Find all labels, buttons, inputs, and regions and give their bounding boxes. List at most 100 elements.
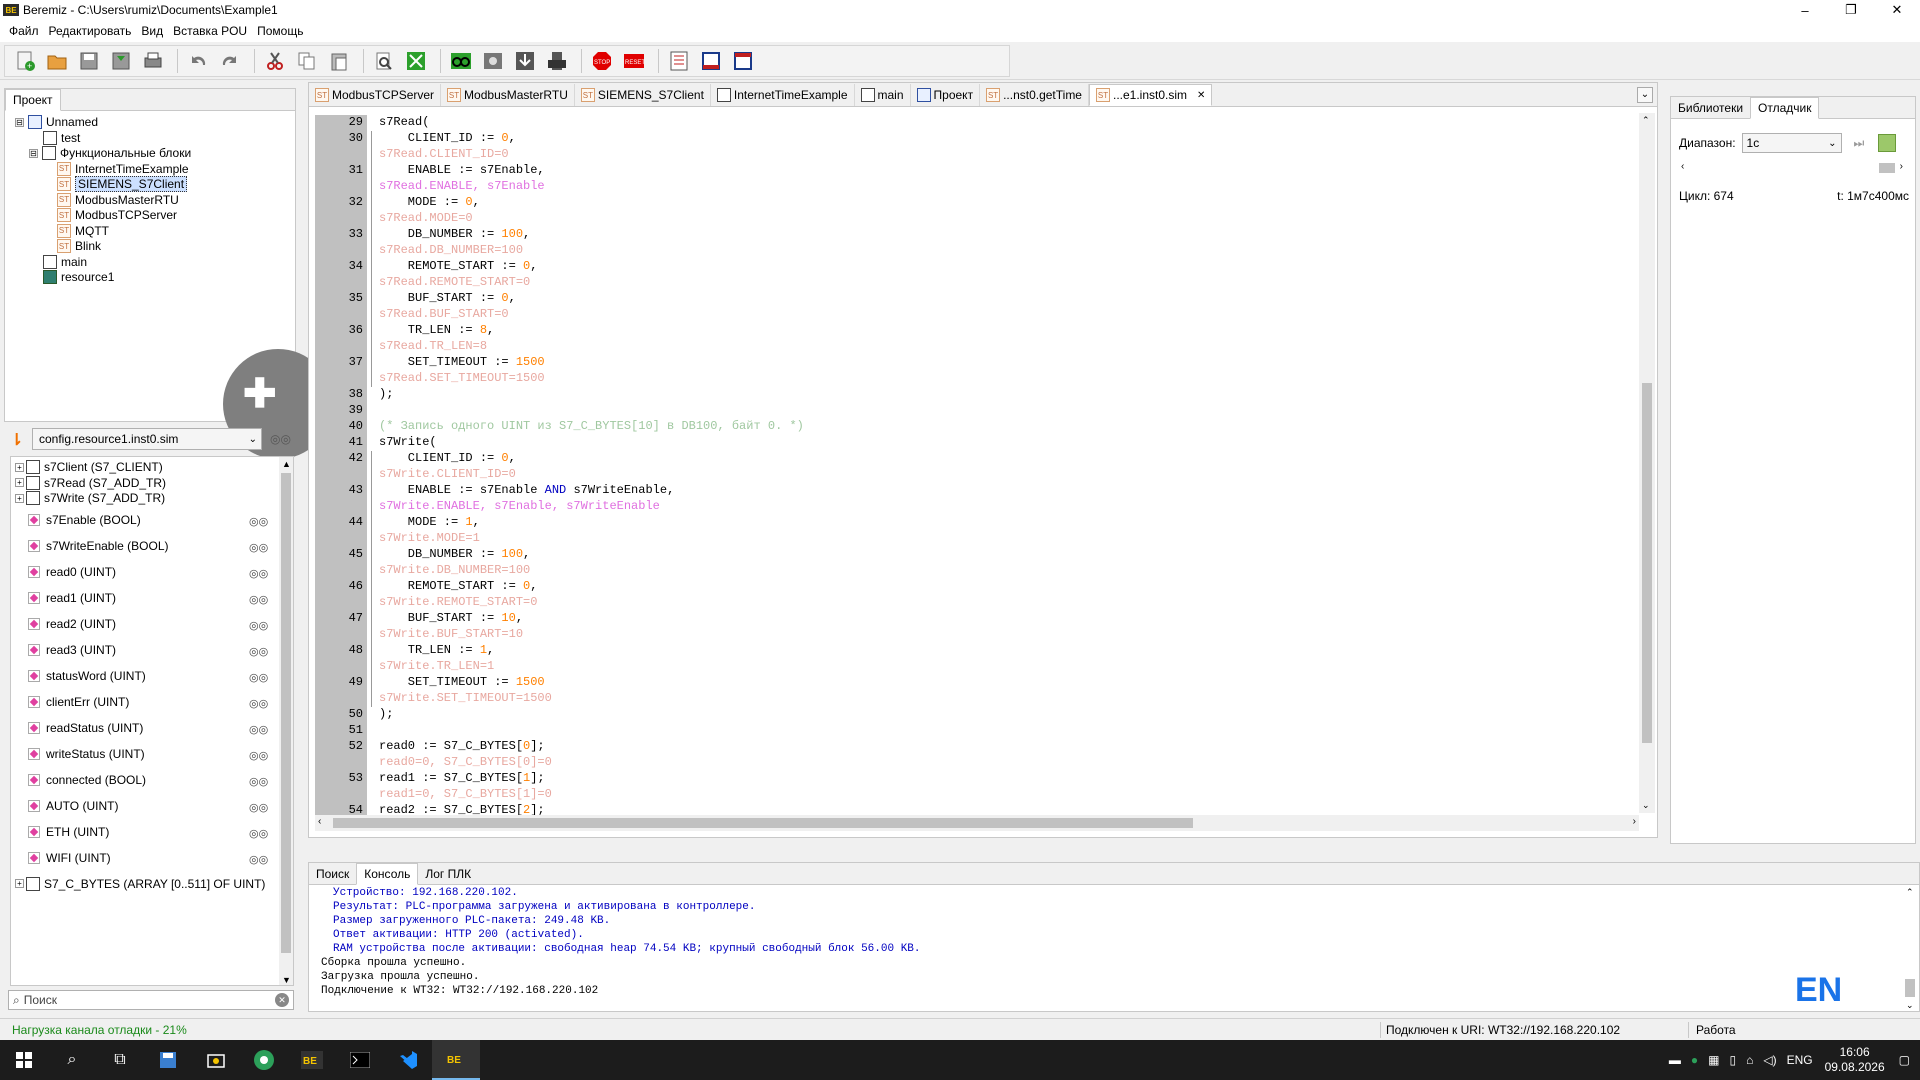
taskbar-app-save[interactable] [144,1040,192,1080]
variable-search-field[interactable]: ⌕ Поиск ✕ [8,990,294,1010]
menu-help[interactable]: Помощь [252,24,308,38]
build-button[interactable] [479,47,507,75]
tray-network-icon[interactable]: ⌂ [1746,1053,1753,1067]
debug-glasses-icon[interactable]: ◎◎ [249,853,271,866]
paste-button[interactable] [325,47,353,75]
scroll-thumb[interactable] [333,818,1193,828]
scroll-down-icon[interactable]: ⌄ [1642,800,1650,811]
scroll-left-icon[interactable]: ‹ [318,816,321,827]
debug-glasses-icon[interactable]: ◎◎ [249,671,271,684]
scroll-up-icon[interactable]: ▲ [282,459,291,469]
tray-device-icon[interactable]: ▬ [1669,1053,1681,1067]
taskbar-app-vscode[interactable] [384,1040,432,1080]
taskbar-app-beremiz-active[interactable]: BE [432,1040,480,1080]
editor-horizontal-scrollbar[interactable]: ‹ › [315,815,1639,831]
variable-item[interactable]: WIFI (UINT) ◎◎ [11,848,279,868]
tab-plc-log[interactable]: Лог ПЛК [418,864,479,884]
variable-item[interactable]: s7WriteEnable (BOOL) ◎◎ [11,536,279,556]
notifications-icon[interactable]: ▢ [1899,1053,1910,1067]
tray-volume-icon[interactable]: ◁) [1763,1053,1776,1067]
taskbar-app-beremiz[interactable]: BE [288,1040,336,1080]
debug-glasses-icon[interactable]: ◎◎ [249,723,271,736]
tree-expander-icon[interactable]: ⊟ [15,117,24,127]
instance-combo[interactable]: config.resource1.inst0.sim ⌄ [32,428,262,450]
debug-button[interactable] [447,47,475,75]
code-editor[interactable]: 29 30 31 32 33 34 35 36 37 38 39 40 41 42 43 44 45 46 47 48… [315,115,1645,815]
debug-glasses-icon[interactable]: ◎◎ [249,515,271,528]
debug-glasses-icon[interactable]: ◎◎ [249,697,271,710]
debug-glasses-icon[interactable]: ◎◎ [249,567,271,580]
scroll-right-icon[interactable]: › [1633,816,1636,827]
menu-view[interactable]: Вид [136,24,168,38]
scroll-down-icon[interactable]: ⌄ [1906,1000,1914,1011]
debug-glasses-icon[interactable]: ◎◎ [270,432,291,446]
tray-keyboard-icon[interactable]: ▦ [1708,1053,1719,1067]
save-button[interactable] [75,47,103,75]
editor-tab[interactable]: Проект [911,84,981,106]
cut-button[interactable] [261,47,289,75]
undo-button[interactable] [184,47,212,75]
log-button[interactable] [665,47,693,75]
editor-tab[interactable]: ST ...e1.inst0.sim ✕ [1088,84,1213,106]
scroll-thumb[interactable] [281,473,291,953]
tree-item[interactable]: resource1 [43,268,114,286]
connect-button[interactable] [543,47,571,75]
close-button[interactable]: ✕ [1874,0,1920,20]
save-as-button[interactable] [107,47,135,75]
taskbar-app-camera[interactable] [192,1040,240,1080]
tab-debugger[interactable]: Отладчик [1750,97,1820,119]
tray-clock[interactable]: 16:06 09.08.2026 [1825,1045,1885,1075]
print-button[interactable] [139,47,167,75]
variable-item[interactable]: statusWord (UINT) ◎◎ [11,666,279,686]
variables-scrollbar[interactable]: ▲ ▼ [279,457,293,985]
redo-button[interactable] [216,47,244,75]
variable-item[interactable]: clientErr (UINT) ◎◎ [11,692,279,712]
scroll-thumb[interactable] [1642,383,1652,743]
menu-insert-pou[interactable]: Вставка POU [168,24,252,38]
menu-file[interactable]: Файл [4,24,44,38]
editor-tab[interactable]: ST ModbusMasterRTU [441,84,575,106]
variable-group[interactable]: + s7Write (S7_ADD_TR) [11,490,279,506]
expand-icon[interactable]: + [15,493,24,503]
debug-glasses-icon[interactable]: ◎◎ [249,827,271,840]
console-scrollbar[interactable]: ⌃ ⌄ [1903,887,1917,1011]
expand-icon[interactable]: + [15,478,24,487]
tree-expander-icon[interactable]: ⊟ [29,148,38,158]
restore-button[interactable]: ❐ [1828,0,1874,20]
variable-item[interactable]: connected (BOOL) ◎◎ [11,770,279,790]
export-graph-icon[interactable] [1878,134,1897,152]
expand-icon[interactable]: + [15,879,24,888]
taskbar-app-green[interactable] [240,1040,288,1080]
debug-glasses-icon[interactable]: ◎◎ [249,541,271,554]
find-button[interactable] [370,47,398,75]
taskbar-app-terminal[interactable] [336,1040,384,1080]
stop-button[interactable]: STOP [588,47,616,75]
scroll-right-icon[interactable]: › [1900,161,1903,172]
variable-item[interactable]: writeStatus (UINT) ◎◎ [11,744,279,764]
editor-tab[interactable]: ST ModbusTCPServer [309,84,442,106]
tab-search[interactable]: Поиск [309,864,357,884]
scroll-thumb[interactable] [1879,163,1895,173]
editor-tab[interactable]: ST ...nst0.getTime [980,84,1089,106]
tray-language[interactable]: ENG [1787,1053,1813,1067]
variable-item[interactable]: AUTO (UINT) ◎◎ [11,796,279,816]
debug-glasses-icon[interactable]: ◎◎ [249,645,271,658]
scroll-up-icon[interactable]: ⌃ [1906,887,1914,898]
close-tab-icon[interactable]: ✕ [1197,90,1205,101]
variable-item[interactable]: ETH (UINT) ◎◎ [11,822,279,842]
scroll-left-icon[interactable]: ‹ [1681,161,1684,172]
fullscreen-button[interactable] [402,47,430,75]
scroll-up-icon[interactable]: ⌃ [1642,115,1650,126]
tab-project[interactable]: Проект [5,89,61,111]
editor-tab[interactable]: InternetTimeExample [711,84,855,106]
debugger-hscroll[interactable]: ‹ › [1679,161,1905,175]
tray-battery-icon[interactable]: ▯ [1729,1053,1736,1067]
variable-item[interactable]: read2 (UINT) ◎◎ [11,614,279,634]
clear-search-icon[interactable]: ✕ [275,993,289,1007]
debug-glasses-icon[interactable]: ◎◎ [249,619,271,632]
variable-group[interactable]: + s7Read (S7_ADD_TR) [11,475,279,491]
editor-tab[interactable]: main [855,84,911,106]
start-button[interactable] [0,1040,48,1080]
variable-item[interactable]: readStatus (UINT) ◎◎ [11,718,279,738]
open-button[interactable] [43,47,71,75]
